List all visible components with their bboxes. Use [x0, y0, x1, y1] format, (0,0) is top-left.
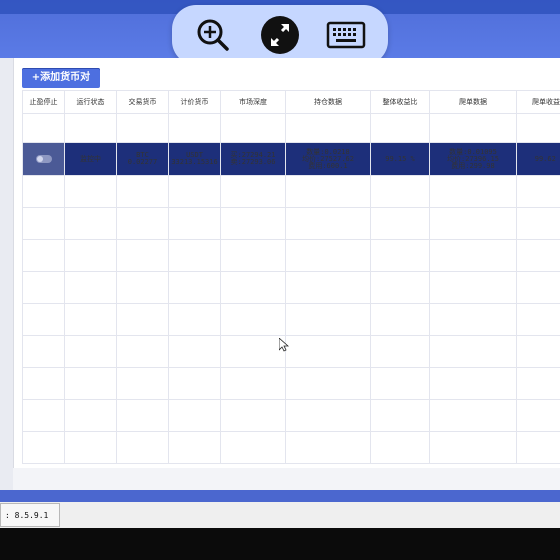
add-pair-button[interactable]: +添加货币对 [22, 68, 100, 88]
climb-return-cell: 99.62 % [516, 142, 560, 176]
mouse-cursor-icon [279, 338, 289, 352]
header-tp-stop: 止盈停止 [22, 90, 65, 114]
overall-return-cell: 99.15 % [370, 142, 430, 176]
table-row [22, 303, 560, 336]
remote-desktop-icon[interactable] [259, 14, 301, 56]
market-depth-cell: 买:27294.21 卖:27293.06 [220, 142, 286, 176]
table-row [22, 271, 560, 304]
market-sell: 卖:27293.06 [230, 158, 276, 166]
zoom-in-icon[interactable] [192, 14, 234, 56]
table-row[interactable]: 监控中 BTC 0.02277 USDT 33213.15316 买:27294… [22, 142, 560, 176]
status-bar [0, 502, 560, 528]
table-header-row: 止盈停止 运行状态 交易货币 计价货币 市场深度 持仓数据 整体收益比 爬单数据… [22, 90, 560, 114]
main-content: +添加货币对 止盈停止 运行状态 交易货币 计价货币 市场深度 持仓数据 整体收… [0, 58, 560, 490]
trade-currency-amount: 0.02277 [127, 158, 158, 166]
climb-cost: 费用:299.98 [451, 161, 495, 170]
tp-stop-toggle[interactable] [35, 155, 52, 163]
quote-currency-cell: USDT 33213.15316 [168, 142, 221, 176]
position-cost: 费用:600.1 [308, 161, 348, 170]
header-market-depth: 市场深度 [220, 90, 286, 114]
left-gutter [0, 58, 13, 490]
table-row [22, 239, 560, 272]
header-overall-return: 整体收益比 [370, 90, 430, 114]
taskbar-strip [0, 490, 560, 502]
pair-table: 止盈停止 运行状态 交易货币 计价货币 市场深度 持仓数据 整体收益比 爬单数据… [22, 90, 560, 464]
header-quote-currency: 计价货币 [168, 90, 221, 114]
header-climb-data: 爬单数据 [429, 90, 517, 114]
climb-data-cell: 数量:0.01095 均价:27396.15 费用:299.98 [429, 142, 517, 176]
trade-currency-cell: BTC 0.02277 [116, 142, 169, 176]
header-climb-return: 爬单收益比 [516, 90, 560, 114]
header-position-data: 持仓数据 [285, 90, 371, 114]
header-run-status: 运行状态 [64, 90, 117, 114]
remote-toolbar [172, 5, 388, 65]
status-cell: 监控中 [64, 142, 117, 176]
header-trade-currency: 交易货币 [116, 90, 169, 114]
table-spacer-row [22, 113, 560, 143]
keyboard-icon[interactable] [325, 14, 367, 56]
tp-stop-cell [22, 142, 65, 176]
table-row [22, 431, 560, 464]
table-row [22, 175, 560, 208]
table-row [22, 367, 560, 400]
table-row [22, 335, 560, 368]
position-data-cell: 数量:0.0218 均价:27527.62 费用:600.1 [285, 142, 371, 176]
version-label: : 8.5.9.1 [0, 503, 60, 527]
quote-currency-amount: 33213.15316 [171, 158, 218, 166]
table-row [22, 207, 560, 240]
table-row [22, 399, 560, 432]
